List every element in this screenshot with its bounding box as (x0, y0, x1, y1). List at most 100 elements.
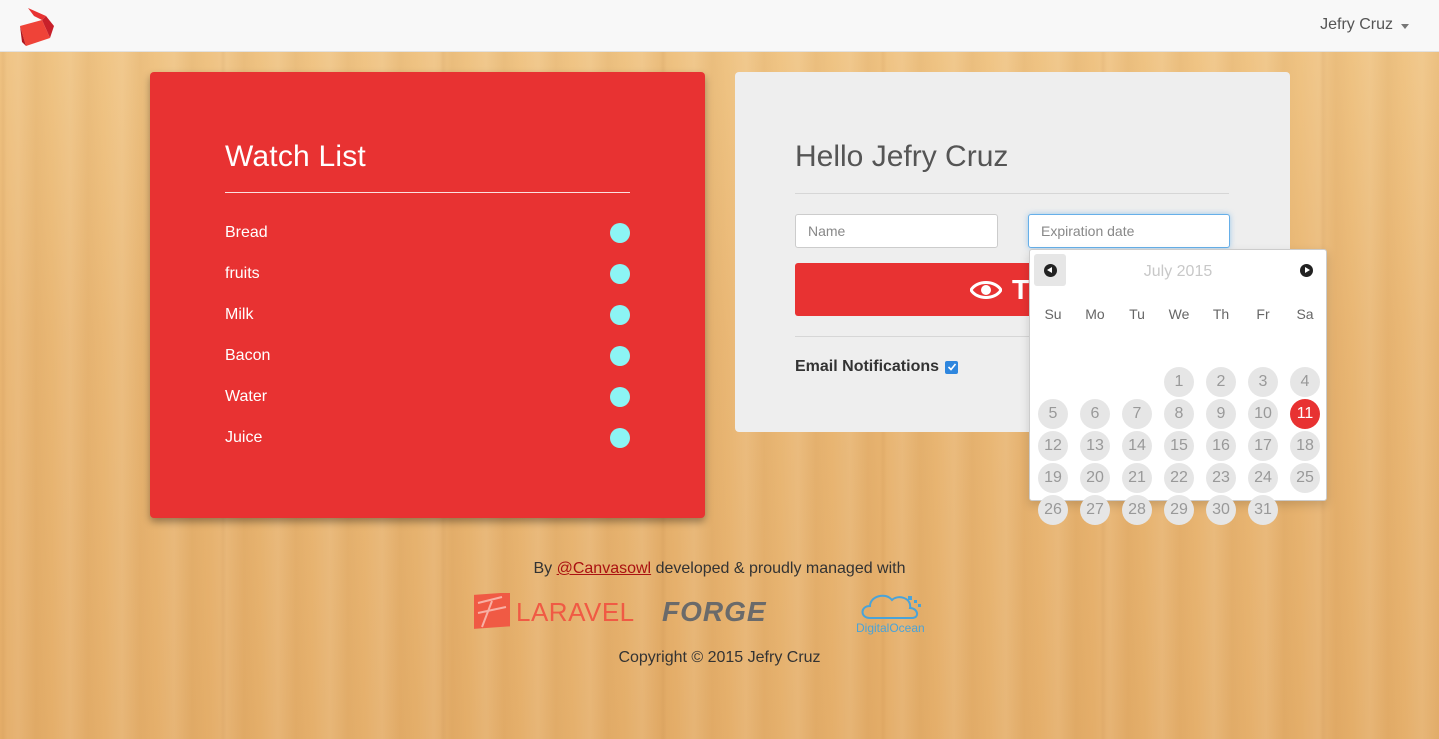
name-input[interactable] (795, 214, 998, 248)
datepicker-month-label[interactable]: July 2015 (1030, 263, 1326, 281)
laravel-text: LARAVEL (516, 596, 635, 627)
day-cell: 7 (1116, 398, 1158, 430)
top-navbar: Jefry Cruz (0, 0, 1439, 52)
day-cell: 4 (1284, 366, 1326, 398)
day-cell: 11 (1284, 398, 1326, 430)
watch-item-label: Bacon (225, 346, 271, 364)
watch-item-status-dot[interactable] (610, 345, 630, 366)
day-cell: 17 (1242, 430, 1284, 462)
forge-logo[interactable]: FORGE (662, 596, 767, 628)
day-button[interactable]: 2 (1206, 367, 1236, 397)
day-button[interactable]: 24 (1248, 463, 1278, 493)
digitalocean-text: DigitalOcean (856, 621, 925, 635)
day-button[interactable]: 12 (1038, 431, 1068, 461)
weekday-header: Mo (1085, 306, 1105, 322)
day-cell: 18 (1284, 430, 1326, 462)
day-button[interactable]: 16 (1206, 431, 1236, 461)
day-cell: 30 (1200, 494, 1242, 526)
empty-day-cell (1116, 366, 1158, 398)
day-button[interactable]: 28 (1122, 495, 1152, 525)
day-button[interactable]: 23 (1206, 463, 1236, 493)
user-name: Jefry Cruz (1320, 16, 1393, 33)
day-button[interactable]: 14 (1122, 431, 1152, 461)
day-button[interactable]: 6 (1080, 399, 1110, 429)
day-cell: 15 (1158, 430, 1200, 462)
watch-item-status-dot[interactable] (610, 263, 630, 284)
day-button[interactable]: 18 (1290, 431, 1320, 461)
day-cell: 21 (1116, 462, 1158, 494)
day-cell: 13 (1074, 430, 1116, 462)
selected-day[interactable]: 11 (1290, 399, 1320, 429)
watch-item-status-dot[interactable] (610, 427, 630, 448)
watch-list-item: Water (225, 376, 630, 417)
day-button[interactable]: 5 (1038, 399, 1068, 429)
day-cell: 1 (1158, 366, 1200, 398)
footer-credits: By @Canvasowl developed & proudly manage… (0, 560, 1439, 578)
email-notifications-label: Email Notifications (795, 358, 940, 375)
datepicker-next-month-button[interactable] (1294, 258, 1318, 282)
expiration-date-input[interactable] (1028, 214, 1230, 248)
day-button[interactable]: 4 (1290, 367, 1320, 397)
laravel-icon (474, 593, 510, 629)
day-button[interactable]: 26 (1038, 495, 1068, 525)
form-divider (795, 193, 1229, 194)
day-cell: 6 (1074, 398, 1116, 430)
datepicker-spacer (1032, 334, 1326, 342)
day-cell: 2 (1200, 366, 1242, 398)
empty-day-cell (1032, 366, 1074, 398)
day-button[interactable]: 10 (1248, 399, 1278, 429)
weekday-header: Th (1212, 306, 1230, 322)
day-button[interactable]: 21 (1122, 463, 1152, 493)
day-button[interactable]: 15 (1164, 431, 1194, 461)
day-button[interactable]: 13 (1080, 431, 1110, 461)
day-cell: 9 (1200, 398, 1242, 430)
day-button[interactable]: 7 (1122, 399, 1152, 429)
day-cell: 27 (1074, 494, 1116, 526)
watch-list-title: Watch List (225, 140, 366, 173)
brand-logo-icon[interactable] (20, 8, 56, 46)
footer-tagline: developed & proudly managed with (655, 560, 906, 577)
watch-item-status-dot[interactable] (610, 386, 630, 407)
day-cell: 22 (1158, 462, 1200, 494)
watch-list-item: Juice (225, 417, 630, 458)
day-button[interactable]: 9 (1206, 399, 1236, 429)
day-cell: 8 (1158, 398, 1200, 430)
day-button[interactable]: 31 (1248, 495, 1278, 525)
email-notifications-row: Email Notifications (795, 358, 959, 376)
watch-item-status-dot[interactable] (610, 304, 630, 325)
day-button[interactable]: 29 (1164, 495, 1194, 525)
day-button[interactable]: 1 (1164, 367, 1194, 397)
day-button[interactable]: 30 (1206, 495, 1236, 525)
weekday-header: Sa (1296, 306, 1314, 322)
day-button[interactable]: 27 (1080, 495, 1110, 525)
datepicker-popup: July 2015 Su Mo Tu We Th Fr Sa 1 2 3 4 5 6 7 8 9 10 11 12 1… (1029, 249, 1327, 525)
watch-item-label: fruits (225, 264, 260, 282)
day-button[interactable]: 25 (1290, 463, 1320, 493)
user-menu-dropdown[interactable]: Jefry Cruz (1320, 16, 1409, 34)
watch-item-label: Bread (225, 223, 268, 241)
day-cell: 20 (1074, 462, 1116, 494)
day-button[interactable]: 17 (1248, 431, 1278, 461)
empty-day-cell (1074, 366, 1116, 398)
email-notifications-checkbox[interactable] (945, 360, 959, 374)
watch-item-label: Milk (225, 305, 254, 323)
watch-item-status-dot[interactable] (610, 222, 630, 243)
laravel-logo[interactable]: LARAVEL (472, 593, 635, 631)
day-cell: 19 (1032, 462, 1074, 494)
day-button[interactable]: 3 (1248, 367, 1278, 397)
day-button[interactable]: 20 (1080, 463, 1110, 493)
watch-list-card: Watch List Bread fruits Milk Bacon Water Juic… (150, 72, 705, 518)
author-link[interactable]: @Canvasowl (557, 560, 652, 577)
watch-list: Bread fruits Milk Bacon Water Juice (225, 212, 630, 458)
day-button[interactable]: 22 (1164, 463, 1194, 493)
watch-item-label: Juice (225, 428, 263, 446)
cloud-icon (861, 594, 921, 619)
day-cell: 23 (1200, 462, 1242, 494)
day-button[interactable]: 19 (1038, 463, 1068, 493)
day-cell: 3 (1242, 366, 1284, 398)
day-cell: 31 (1242, 494, 1284, 526)
weekday-header: Su (1044, 306, 1062, 322)
day-cell: 5 (1032, 398, 1074, 430)
day-button[interactable]: 8 (1164, 399, 1194, 429)
digitalocean-logo[interactable]: DigitalOcean (856, 588, 936, 638)
